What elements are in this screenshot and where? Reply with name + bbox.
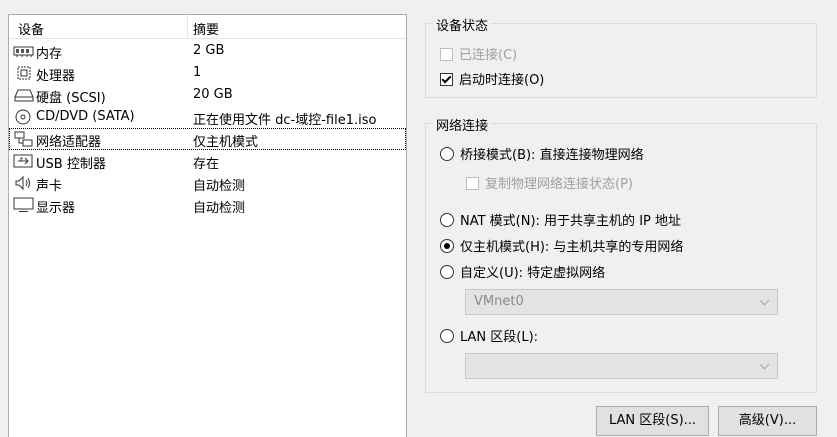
device-name: 硬盘 (SCSI) (36, 87, 106, 106)
cpu-icon (13, 65, 35, 81)
device-list-header: 设备 摘要 (9, 15, 406, 39)
device-status-title: 设备状态 (433, 15, 491, 34)
device-summary: 自动检测 (193, 175, 245, 194)
device-summary: 20 GB (193, 87, 233, 102)
header-device[interactable]: 设备 (18, 19, 44, 38)
connect-at-power-on-label: 启动时连接(O) (459, 73, 544, 88)
display-icon (13, 197, 35, 213)
device-row-cd-dvd[interactable]: CD/DVD (SATA) 正在使用文件 dc-域控-file1.iso (9, 106, 406, 128)
header-separator[interactable] (187, 15, 188, 39)
custom-network-value: VMnet0 (474, 294, 524, 309)
radio-circle (440, 213, 454, 227)
custom-radio[interactable]: 自定义(U): 特定虚拟网络 (440, 262, 605, 281)
connected-label: 已连接(C) (459, 48, 517, 63)
device-name: 处理器 (36, 65, 75, 84)
lan-segment-label: LAN 区段(L): (460, 330, 538, 345)
device-summary: 自动检测 (193, 197, 245, 216)
device-list[interactable]: 设备 摘要 内存 2 GB 处理器 1 硬盘 (SCSI) 20 GB CD/D… (8, 14, 407, 437)
bridged-label: 桥接模式(B): 直接连接物理网络 (460, 148, 644, 163)
advanced-button[interactable]: 高级(V)... (718, 406, 817, 436)
lan-segments-button[interactable]: LAN 区段(S)... (596, 406, 709, 436)
device-name: 声卡 (36, 175, 62, 194)
device-row-sound[interactable]: 声卡 自动检测 (9, 172, 406, 194)
custom-label: 自定义(U): 特定虚拟网络 (460, 266, 605, 281)
chevron-down-icon (760, 360, 770, 370)
host-only-label: 仅主机模式(H): 与主机共享的专用网络 (460, 240, 683, 255)
radio-circle (440, 329, 454, 343)
device-name: 网络适配器 (36, 131, 101, 150)
harddisk-icon (13, 87, 35, 103)
chevron-down-icon (760, 296, 770, 306)
replicate-state-label: 复制物理网络连接状态(P) (485, 177, 633, 192)
radio-circle (440, 147, 454, 161)
device-row-network-adapter[interactable]: 网络适配器 仅主机模式 (9, 128, 406, 150)
checkbox-box (440, 73, 453, 86)
connect-at-power-on-checkbox[interactable]: 启动时连接(O) (440, 69, 544, 88)
device-summary: 1 (193, 65, 201, 80)
device-name: USB 控制器 (36, 153, 106, 172)
device-row-display[interactable]: 显示器 自动检测 (9, 194, 406, 216)
device-row-harddisk[interactable]: 硬盘 (SCSI) 20 GB (9, 84, 406, 106)
replicate-state-checkbox[interactable]: 复制物理网络连接状态(P) (466, 173, 633, 192)
header-summary[interactable]: 摘要 (193, 19, 219, 38)
host-only-radio[interactable]: 仅主机模式(H): 与主机共享的专用网络 (440, 236, 683, 255)
custom-network-select[interactable]: VMnet0 (465, 289, 778, 315)
device-summary: 正在使用文件 dc-域控-file1.iso (193, 109, 376, 128)
device-row-processor[interactable]: 处理器 1 (9, 62, 406, 84)
device-status-group: 设备状态 已连接(C) 启动时连接(O) (425, 23, 817, 98)
device-name: CD/DVD (SATA) (36, 109, 135, 124)
device-summary: 2 GB (193, 43, 224, 58)
device-row-memory[interactable]: 内存 2 GB (9, 40, 406, 62)
nat-radio[interactable]: NAT 模式(N): 用于共享主机的 IP 地址 (440, 210, 681, 229)
radio-circle (440, 265, 454, 279)
sound-icon (13, 175, 35, 191)
device-row-usb[interactable]: USB 控制器 存在 (9, 150, 406, 172)
device-name: 内存 (36, 43, 62, 62)
lan-segment-radio[interactable]: LAN 区段(L): (440, 326, 538, 345)
memory-icon (13, 43, 35, 59)
nat-label: NAT 模式(N): 用于共享主机的 IP 地址 (460, 214, 681, 229)
radio-dot (444, 243, 450, 249)
network-adapter-icon (13, 131, 35, 147)
device-summary: 存在 (193, 153, 219, 172)
device-name: 显示器 (36, 197, 75, 216)
network-connection-title: 网络连接 (433, 115, 491, 134)
connected-checkbox[interactable]: 已连接(C) (440, 44, 517, 63)
radio-circle (440, 239, 454, 253)
lan-segment-select[interactable] (465, 353, 778, 379)
checkmark-icon (442, 74, 452, 84)
cd-dvd-icon (13, 109, 35, 125)
bridged-radio[interactable]: 桥接模式(B): 直接连接物理网络 (440, 144, 644, 163)
network-connection-group: 网络连接 桥接模式(B): 直接连接物理网络 复制物理网络连接状态(P) NAT… (425, 123, 817, 393)
checkbox-box (440, 48, 453, 61)
usb-icon (13, 153, 35, 169)
device-summary: 仅主机模式 (193, 131, 258, 150)
checkbox-box (466, 177, 479, 190)
